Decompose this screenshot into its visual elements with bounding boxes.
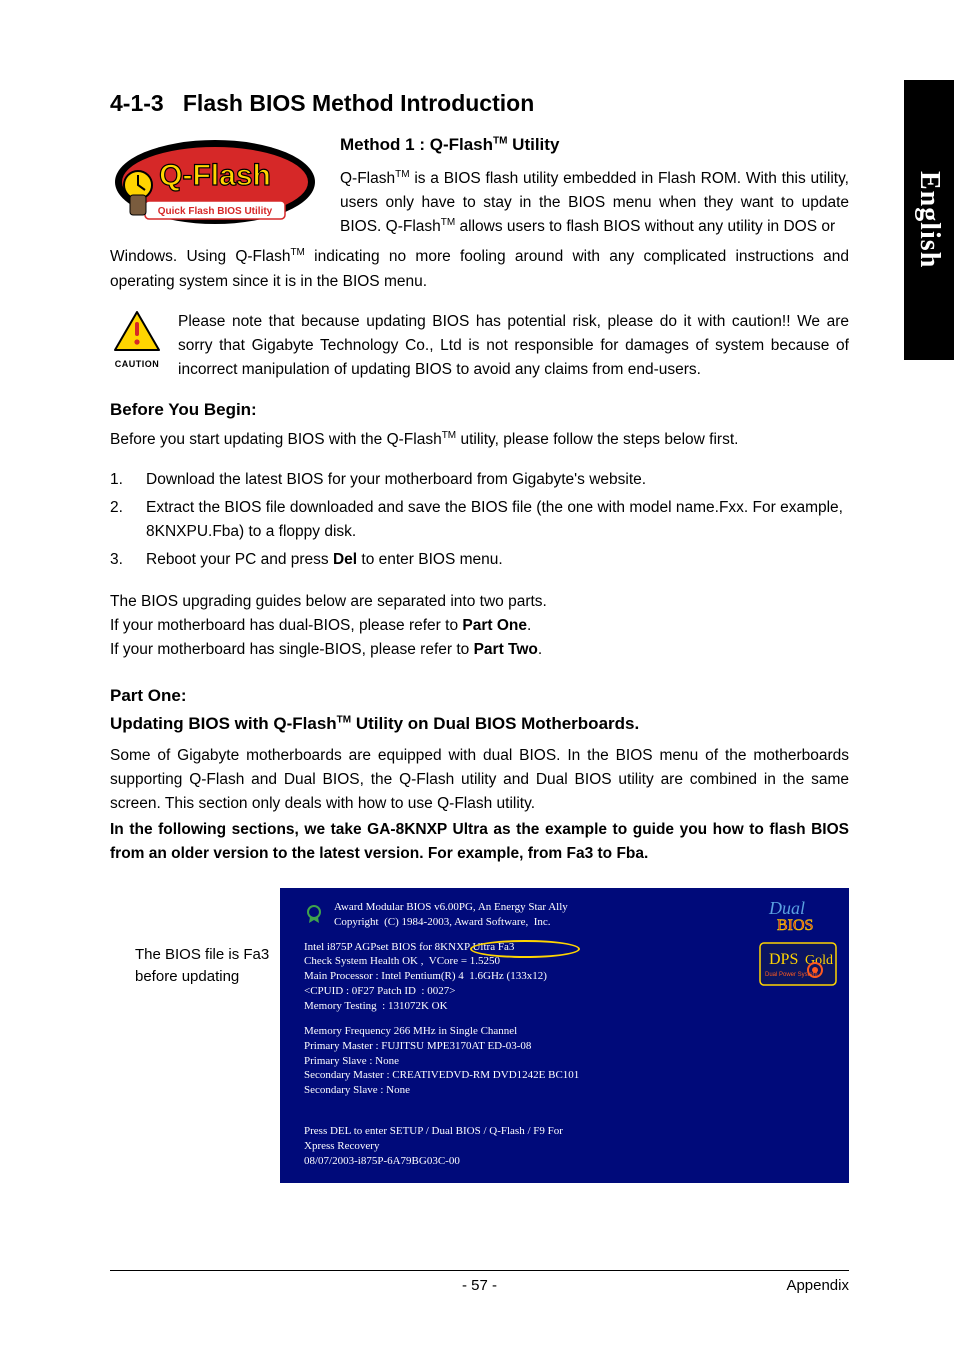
step-item: 1.Download the latest BIOS for your moth…: [110, 468, 849, 492]
svg-text:BIOS: BIOS: [777, 917, 813, 932]
step-item: 2.Extract the BIOS file downloaded and s…: [110, 496, 849, 544]
bios-line: Primary Slave : None: [304, 1054, 833, 1069]
highlight-ellipse: [470, 940, 580, 958]
bios-line: Secondary Master : CREATIVEDVD-RM DVD124…: [304, 1068, 833, 1083]
bios-line: Secondary Slave : None: [304, 1083, 833, 1098]
bios-line: Xpress Recovery: [304, 1139, 833, 1154]
bios-line: Main Processor : Intel Pentium(R) 4 1.6G…: [304, 969, 833, 984]
bios-line: Copyright (C) 1984-2003, Award Software,…: [334, 915, 568, 930]
dual-bios-logo: Dual BIOS: [759, 898, 837, 932]
caution-icon: CAUTION: [110, 310, 164, 369]
dps-gold-logo: DPS Gold Dual Power System: [759, 942, 837, 986]
svg-text:Dual: Dual: [768, 898, 805, 918]
steps-list: 1.Download the latest BIOS for your moth…: [110, 468, 849, 572]
bios-screenshot: Dual BIOS DPS Gold Dual Power System: [280, 888, 849, 1183]
before-you-begin-text: Before you start updating BIOS with the …: [110, 428, 849, 452]
step-item: 3.Reboot your PC and press Del to enter …: [110, 548, 849, 572]
bios-line: <CPUID : 0F27 Patch ID : 0027>: [304, 984, 833, 999]
section-number: 4-1-3: [110, 90, 164, 116]
svg-text:Q-Flash: Q-Flash: [159, 159, 271, 192]
intro-paragraph-right: Q-FlashTM is a BIOS flash utility embedd…: [340, 167, 849, 239]
section-heading: 4-1-3 Flash BIOS Method Introduction: [110, 90, 849, 117]
caution-label: CAUTION: [110, 359, 164, 369]
svg-text:Quick Flash BIOS Utility: Quick Flash BIOS Utility: [158, 206, 273, 217]
svg-text:DPS: DPS: [769, 951, 798, 968]
bios-line: Check System Health OK , VCore = 1.5250: [304, 954, 833, 969]
guides-paragraph: The BIOS upgrading guides below are sepa…: [110, 590, 849, 662]
bios-line: Press DEL to enter SETUP / Dual BIOS / Q…: [304, 1124, 833, 1139]
page-number: - 57 -: [462, 1277, 497, 1294]
before-you-begin-heading: Before You Begin:: [110, 400, 849, 420]
bios-line: Memory Frequency 266 MHz in Single Chann…: [304, 1024, 833, 1039]
qflash-logo: Q-Flash Quick Flash BIOS Utility: [110, 135, 320, 230]
caution-text: Please note that because updating BIOS h…: [178, 310, 849, 382]
part-one-bold-note: In the following sections, we take GA-8K…: [110, 818, 849, 866]
footer-section: Appendix: [786, 1277, 849, 1294]
intro-paragraph-cont: Windows. Using Q-FlashTM indicating no m…: [110, 245, 849, 293]
section-title: Flash BIOS Method Introduction: [183, 90, 534, 116]
part-one-subheading: Updating BIOS with Q-FlashTM Utility on …: [110, 714, 849, 734]
bios-line: Memory Testing : 131072K OK: [304, 999, 833, 1014]
part-one-body: Some of Gigabyte motherboards are equipp…: [110, 744, 849, 816]
bios-line: Primary Master : FUJITSU MPE3170AT ED-03…: [304, 1039, 833, 1054]
bios-line: 08/07/2003-i875P-6A79BG03C-00: [304, 1154, 833, 1169]
award-logo-icon: [304, 904, 324, 924]
screenshot-caption: The BIOS file is Fa3 before updating: [110, 888, 280, 989]
page-footer: - 57 - Appendix: [110, 1270, 849, 1294]
bios-line: Award Modular BIOS v6.00PG, An Energy St…: [334, 900, 568, 915]
method-title: Method 1 : Q-FlashTM Utility: [340, 135, 849, 155]
part-one-heading: Part One:: [110, 686, 849, 706]
